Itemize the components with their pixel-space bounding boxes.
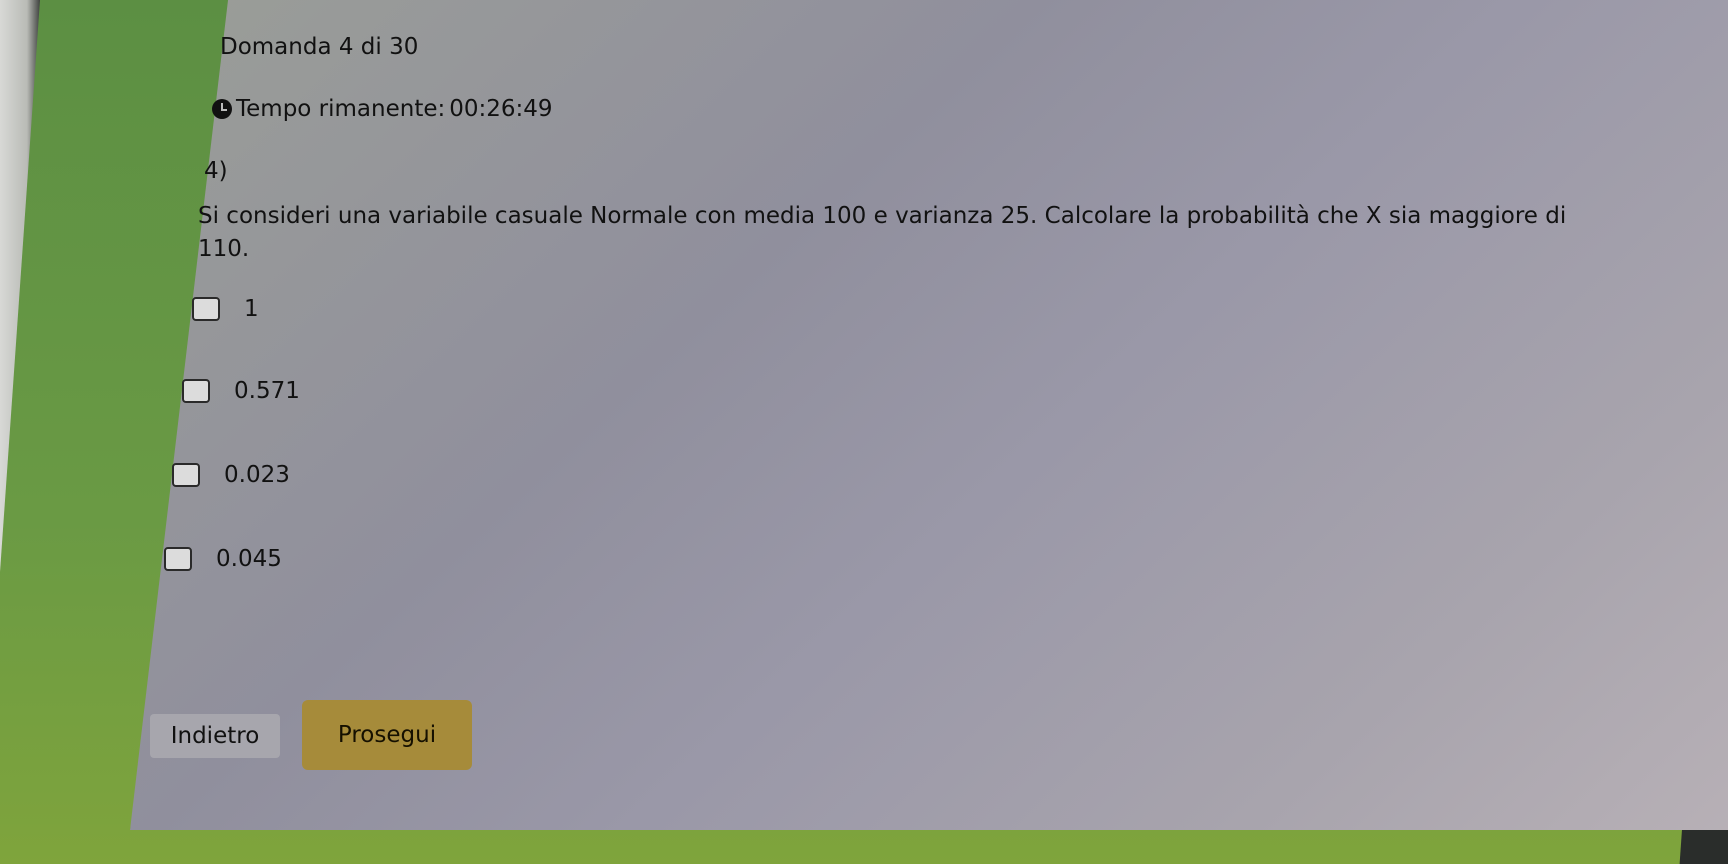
question-number: 4) [204, 158, 228, 184]
option-label: 0.023 [224, 462, 290, 488]
option-label: 0.571 [234, 378, 300, 404]
timer-label: Tempo rimanente: [236, 96, 446, 122]
timer: Tempo rimanente: 00:26:49 [212, 96, 553, 122]
option-checkbox[interactable] [192, 297, 220, 321]
option-label: 1 [244, 296, 259, 322]
question-text: Si consideri una variabile casuale Norma… [198, 203, 1567, 262]
option-label: 0.045 [216, 546, 282, 572]
question-counter: Domanda 4 di 30 [220, 34, 419, 60]
quiz-content: Domanda 4 di 30 Tempo rimanente: 00:26:4… [0, 0, 1728, 864]
option-checkbox[interactable] [182, 379, 210, 403]
timer-value: 00:26:49 [449, 96, 553, 122]
option-checkbox[interactable] [164, 547, 192, 571]
back-button[interactable]: Indietro [150, 714, 280, 758]
option-3[interactable]: 0.023 [172, 462, 290, 488]
option-checkbox[interactable] [172, 463, 200, 487]
option-1[interactable]: 1 [192, 296, 259, 322]
clock-icon [212, 99, 232, 119]
next-button[interactable]: Prosegui [302, 700, 472, 770]
option-2[interactable]: 0.571 [182, 378, 300, 404]
option-4[interactable]: 0.045 [164, 546, 282, 572]
